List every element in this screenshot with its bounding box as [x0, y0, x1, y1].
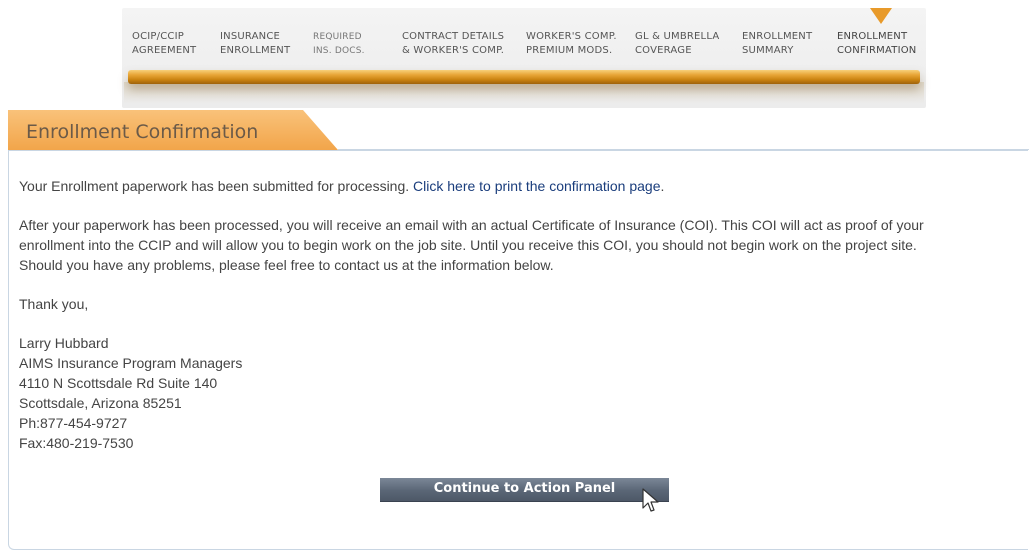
- step-label-line2: ENROLLMENT: [220, 45, 291, 56]
- step-label-line2: SUMMARY: [742, 45, 794, 56]
- paragraph-line: enrollment into the CCIP and will allow …: [19, 237, 917, 253]
- continue-to-action-panel-button[interactable]: Continue to Action Panel: [380, 478, 669, 502]
- panel-title: Enrollment Confirmation: [26, 121, 259, 143]
- current-step-marker-icon: [870, 8, 892, 24]
- step-workers-comp-premium-mods: WORKER'S COMP. PREMIUM MODS.: [526, 30, 617, 58]
- print-confirmation-link[interactable]: Click here to print the confirmation pag…: [413, 178, 660, 194]
- step-label-line2: PREMIUM MODS.: [526, 45, 613, 56]
- step-label-line1: GL & UMBRELLA: [635, 31, 720, 42]
- signature-name: Larry Hubbard: [19, 335, 109, 351]
- submitted-text: Your Enrollment paperwork has been submi…: [19, 178, 414, 194]
- panel-top-border: [338, 149, 1029, 150]
- signature-address-line1: 4110 N Scottsdale Rd Suite 140: [19, 375, 218, 391]
- step-label-line2: CONFIRMATION: [837, 45, 917, 56]
- step-label-line1: CONTRACT DETAILS: [402, 31, 505, 42]
- step-label-line2: INS. DOCS.: [313, 46, 365, 56]
- step-label-line2: AGREEMENT: [132, 45, 197, 56]
- signature-block: Larry Hubbard AIMS Insurance Program Man…: [19, 333, 1027, 453]
- thank-you-text: Thank you,: [19, 296, 89, 312]
- step-enrollment-confirmation: ENROLLMENT CONFIRMATION: [837, 30, 917, 58]
- period-text: .: [660, 178, 665, 194]
- step-label-line1: REQUIRED: [313, 32, 362, 42]
- step-label-line2: COVERAGE: [635, 45, 692, 56]
- step-required-ins-docs: REQUIRED INS. DOCS.: [313, 30, 365, 58]
- step-label-line1: INSURANCE: [220, 31, 281, 42]
- step-gl-umbrella-coverage: GL & UMBRELLA COVERAGE: [635, 30, 719, 58]
- mouse-pointer-icon: [642, 488, 659, 512]
- confirmation-content: Your Enrollment paperwork has been submi…: [19, 176, 1027, 453]
- signature-fax: Fax:480-219-7530: [19, 435, 134, 451]
- step-label-line2: & WORKER'S COMP.: [402, 45, 505, 56]
- signature-phone: Ph:877-454-9727: [19, 415, 128, 431]
- step-insurance-enrollment: INSURANCE ENROLLMENT: [220, 30, 290, 58]
- progress-track: [128, 70, 920, 84]
- step-contract-details: CONTRACT DETAILS & WORKER'S COMP.: [402, 30, 504, 58]
- progress-track-shadow: [124, 82, 924, 104]
- paragraph-line: After your paperwork has been processed,…: [19, 217, 924, 233]
- paragraph-line: Should you have any problems, please fee…: [19, 257, 554, 273]
- step-label-line1: ENROLLMENT: [742, 31, 813, 42]
- processing-paragraph: After your paperwork has been processed,…: [19, 215, 1027, 275]
- step-label-line1: WORKER'S COMP.: [526, 31, 617, 42]
- step-label-line1: OCIP/CCIP: [132, 31, 184, 42]
- signature-company: AIMS Insurance Program Managers: [19, 355, 243, 371]
- enrollment-progress-bar: OCIP/CCIP AGREEMENT INSURANCE ENROLLMENT…: [122, 8, 926, 108]
- step-label-line1: ENROLLMENT: [837, 31, 908, 42]
- step-enrollment-summary: ENROLLMENT SUMMARY: [742, 30, 812, 58]
- step-ocip-ccip-agreement: OCIP/CCIP AGREEMENT: [132, 30, 196, 58]
- submitted-message: Your Enrollment paperwork has been submi…: [19, 176, 1027, 196]
- signature-address-line2: Scottsdale, Arizona 85251: [19, 395, 182, 411]
